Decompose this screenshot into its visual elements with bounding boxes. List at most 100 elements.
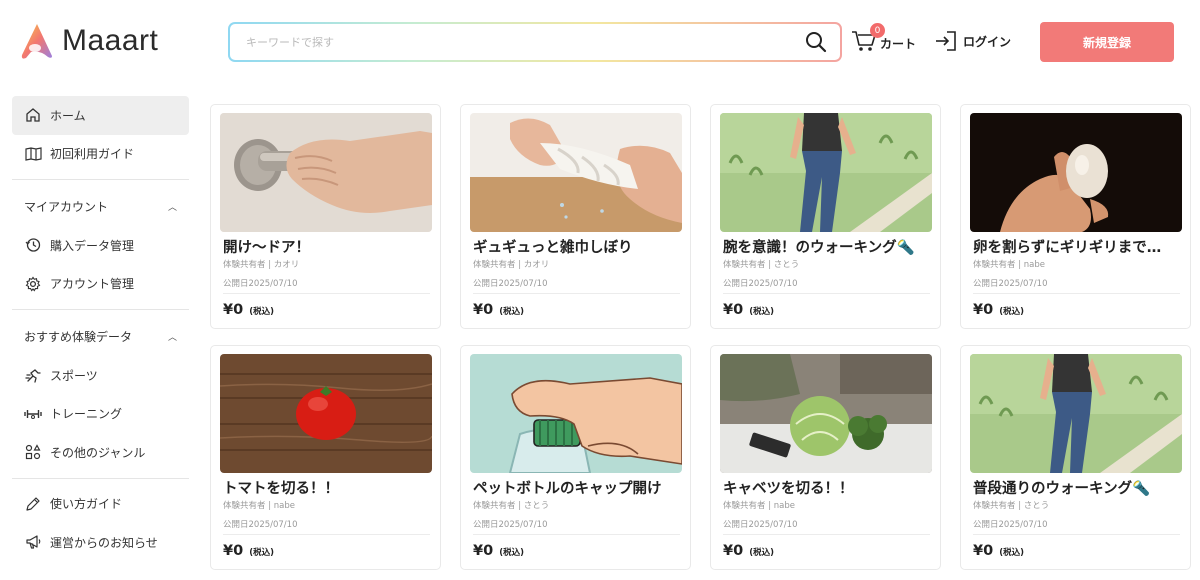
- product-card[interactable]: キャベツを切る！！ 体験共有者 | nabe 公開日2025/07/10 ¥0 (…: [710, 345, 941, 570]
- price-tax-label: (税込): [249, 307, 274, 317]
- sidebar-item-label: トレーニング: [50, 407, 123, 422]
- sidebar-item-label: 使い方ガイド: [50, 497, 123, 512]
- sidebar-item-home[interactable]: ホーム: [12, 96, 189, 135]
- login-icon: [936, 31, 956, 51]
- price-tax-label: (税込): [749, 307, 774, 317]
- product-date: 公開日2025/07/10: [723, 520, 798, 530]
- price-value: ¥0: [723, 543, 744, 559]
- product-date: 公開日2025/07/10: [723, 279, 798, 289]
- product-date: 公開日2025/07/10: [473, 520, 548, 530]
- product-date: 公開日2025/07/10: [973, 520, 1048, 530]
- product-title: 開け〜ドア！: [223, 240, 310, 256]
- card-divider: [473, 534, 680, 535]
- sidebar-item-how-to-guide[interactable]: 使い方ガイド: [12, 485, 189, 524]
- product-card[interactable]: 開け〜ドア！ 体験共有者 | カオリ 公開日2025/07/10 ¥0 (税込): [210, 104, 441, 329]
- product-card[interactable]: ペットボトルのキャップ開け 体験共有者 | さとう 公開日2025/07/10 …: [460, 345, 691, 570]
- gear-icon: [24, 275, 42, 293]
- price-value: ¥0: [223, 302, 244, 318]
- logo-mark-icon: [21, 24, 52, 59]
- product-title: ペットボトルのキャップ開け: [473, 481, 662, 497]
- login-label: ログイン: [963, 34, 1012, 49]
- product-card[interactable]: ギュギュっと雑巾しぼり 体験共有者 | カオリ 公開日2025/07/10 ¥0…: [460, 104, 691, 329]
- product-card[interactable]: 腕を意識！のウォーキング🔦 体験共有者 | さとう 公開日2025/07/10 …: [710, 104, 941, 329]
- cart-count-badge: 0: [870, 23, 885, 38]
- product-price: ¥0 (税込): [973, 543, 1024, 559]
- card-divider: [723, 293, 930, 294]
- sidebar-item-account-manage[interactable]: アカウント管理: [12, 265, 189, 304]
- price-tax-label: (税込): [749, 548, 774, 558]
- price-value: ¥0: [973, 302, 994, 318]
- pencil-icon: [24, 495, 42, 513]
- sidebar-item-label: スポーツ: [50, 368, 98, 383]
- dumbbell-icon: [24, 405, 42, 423]
- sidebar-item-sports[interactable]: スポーツ: [12, 356, 189, 395]
- price-value: ¥0: [473, 543, 494, 559]
- price-value: ¥0: [223, 543, 244, 559]
- cart-icon-wrap: 0: [850, 23, 885, 54]
- cart-button[interactable]: 0 カート: [850, 23, 916, 54]
- sidebar-item-first-guide[interactable]: 初回利用ガイド: [12, 135, 189, 174]
- login-link[interactable]: ログイン: [934, 30, 1011, 52]
- product-title: トマトを切る！！: [223, 481, 339, 497]
- search-input[interactable]: [246, 35, 802, 49]
- search-bar: [228, 22, 842, 62]
- product-price: ¥0 (税込): [973, 302, 1024, 318]
- bottle-cap-illustration: [470, 354, 682, 473]
- product-thumbnail: [470, 113, 682, 232]
- product-author: 体験共有者 | nabe: [723, 501, 795, 511]
- price-tax-label: (税込): [249, 548, 274, 558]
- price-tax-label: (税込): [999, 548, 1024, 558]
- product-author: 体験共有者 | カオリ: [223, 260, 300, 270]
- door-handle-photo: [220, 113, 432, 232]
- search-box: [230, 24, 840, 60]
- megaphone-icon: [24, 533, 42, 551]
- sidebar-section-my-account[interactable]: マイアカウント ︿: [12, 186, 189, 226]
- walking-illustration: [720, 113, 932, 232]
- product-date: 公開日2025/07/10: [223, 279, 298, 289]
- product-price: ¥0 (税込): [723, 302, 774, 318]
- card-divider: [723, 534, 930, 535]
- sidebar: ホーム 初回利用ガイド マイアカウント ︿ 購入データ管理 アカウント管理 おす…: [12, 96, 189, 562]
- sidebar-item-other-genre[interactable]: その他のジャンル: [12, 433, 189, 472]
- card-divider: [223, 293, 430, 294]
- sidebar-item-purchase-data[interactable]: 購入データ管理: [12, 226, 189, 265]
- price-tax-label: (税込): [999, 307, 1024, 317]
- product-author: 体験共有者 | さとう: [723, 260, 800, 270]
- product-thumbnail: [970, 354, 1182, 473]
- history-icon: [24, 236, 42, 254]
- cabbage-broccoli-photo: [720, 354, 932, 473]
- product-card[interactable]: 卵を割らずにギリギリまで… 体験共有者 | nabe 公開日2025/07/10…: [960, 104, 1191, 329]
- sidebar-item-training[interactable]: トレーニング: [12, 395, 189, 434]
- product-author: 体験共有者 | nabe: [973, 260, 1045, 270]
- sidebar-section-recommend[interactable]: おすすめ体験データ ︿: [12, 316, 189, 356]
- product-thumbnail: [220, 354, 432, 473]
- product-thumbnail: [720, 113, 932, 232]
- product-author: 体験共有者 | さとう: [473, 501, 550, 511]
- price-tax-label: (税込): [499, 548, 524, 558]
- price-value: ¥0: [473, 302, 494, 318]
- search-button[interactable]: [802, 28, 830, 56]
- product-title: 普段通りのウォーキング🔦: [973, 481, 1151, 497]
- product-card[interactable]: トマトを切る！！ 体験共有者 | nabe 公開日2025/07/10 ¥0 (税…: [210, 345, 441, 570]
- sidebar-divider: [12, 477, 189, 479]
- logo[interactable]: Maaart: [16, 20, 158, 62]
- product-card[interactable]: 普段通りのウォーキング🔦 体験共有者 | さとう 公開日2025/07/10 ¥…: [960, 345, 1191, 570]
- logo-text: Maaart: [62, 24, 159, 57]
- walking-illustration: [970, 354, 1182, 473]
- sidebar-divider: [12, 179, 189, 180]
- tomato-on-board-photo: [220, 354, 432, 473]
- chevron-up-icon: ︿: [167, 202, 177, 213]
- product-thumbnail: [470, 354, 682, 473]
- home-icon: [24, 106, 42, 124]
- card-divider: [473, 293, 680, 294]
- sidebar-section-label: マイアカウント: [24, 199, 109, 214]
- price-value: ¥0: [723, 302, 744, 318]
- sidebar-item-label: 購入データ管理: [50, 238, 135, 253]
- product-price: ¥0 (税込): [223, 302, 274, 318]
- wringing-towel-photo: [470, 113, 682, 232]
- sidebar-item-notice[interactable]: 運営からのお知らせ: [12, 523, 189, 562]
- product-date: 公開日2025/07/10: [223, 520, 298, 530]
- register-button[interactable]: 新規登録: [1040, 22, 1174, 62]
- card-divider: [223, 534, 430, 535]
- product-price: ¥0 (税込): [473, 302, 524, 318]
